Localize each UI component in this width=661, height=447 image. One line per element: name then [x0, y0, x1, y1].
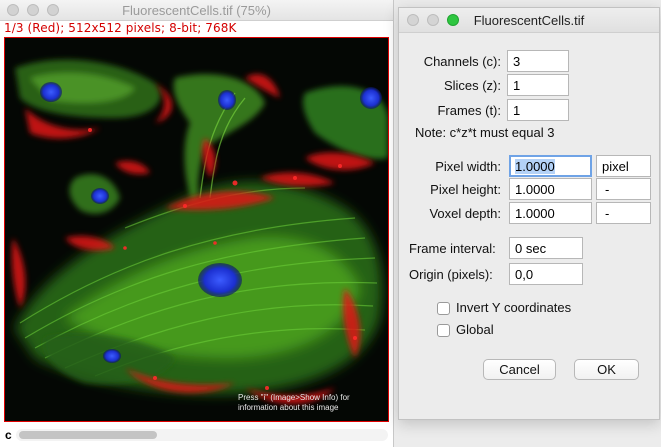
pixel-width-value: 1.0000: [515, 159, 555, 174]
slices-label: Slices (z):: [443, 78, 501, 93]
image-canvas[interactable]: Press "i" (Image>Show Info) for informat…: [4, 37, 389, 422]
frame-interval-label: Frame interval:: [409, 241, 496, 256]
pixel-height-label: Pixel height:: [430, 182, 501, 197]
slices-field[interactable]: 1: [507, 74, 569, 96]
unit-field[interactable]: pixel: [596, 155, 651, 177]
image-info-line: 1/3 (Red); 512x512 pixels; 8-bit; 768K: [4, 21, 237, 35]
frames-label: Frames (t):: [437, 103, 501, 118]
properties-dialog: FluorescentCells.tif Channels (c): 3 Sli…: [398, 7, 660, 420]
dialog-title: FluorescentCells.tif: [473, 13, 585, 28]
image-overlay-hint: Press "i" (Image>Show Info) for informat…: [238, 393, 350, 412]
channels-field[interactable]: 3: [507, 50, 569, 72]
image-window-titlebar: FluorescentCells.tif (75%): [0, 0, 393, 21]
global-label: Global: [456, 322, 494, 337]
dialog-titlebar: FluorescentCells.tif: [399, 8, 659, 33]
cancel-button[interactable]: Cancel: [483, 359, 556, 380]
channel-scrollbar[interactable]: [16, 429, 388, 441]
image-window: FluorescentCells.tif (75%) 1/3 (Red); 51…: [0, 0, 394, 447]
global-checkbox[interactable]: [437, 324, 450, 337]
origin-label: Origin (pixels):: [409, 267, 493, 282]
frame-interval-field[interactable]: 0 sec: [509, 237, 583, 259]
frames-field[interactable]: 1: [507, 99, 569, 121]
invert-y-checkbox[interactable]: [437, 302, 450, 315]
pixel-width-label: Pixel width:: [435, 159, 501, 174]
voxel-depth-field[interactable]: 1.0000: [509, 202, 592, 224]
pixel-width-field[interactable]: 1.0000: [509, 155, 592, 177]
voxel-depth-label: Voxel depth:: [429, 206, 501, 221]
y-unit-field[interactable]: -: [596, 178, 651, 200]
ok-button[interactable]: OK: [574, 359, 639, 380]
fluorescent-cells-image: [5, 38, 388, 421]
dimension-note: Note: c*z*t must equal 3: [415, 125, 555, 140]
pixel-height-field[interactable]: 1.0000: [509, 178, 592, 200]
channel-scrollbar-thumb[interactable]: [19, 431, 157, 439]
image-window-title: FluorescentCells.tif (75%): [122, 3, 271, 18]
origin-field[interactable]: 0,0: [509, 263, 583, 285]
invert-y-label: Invert Y coordinates: [456, 300, 572, 315]
z-unit-field[interactable]: -: [596, 202, 651, 224]
channels-label: Channels (c):: [423, 54, 501, 69]
channel-slider-label: c: [5, 428, 12, 442]
